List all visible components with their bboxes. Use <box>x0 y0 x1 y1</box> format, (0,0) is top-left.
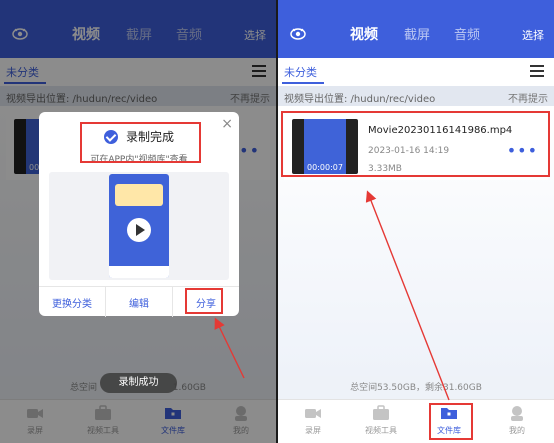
tab-audio[interactable]: 音频 <box>454 24 480 43</box>
storage-info: 总空间53.50GB，剩余31.60GB <box>350 383 482 393</box>
preview-phone-frame <box>109 174 169 278</box>
left-screen: 视频 截屏 音频 选择 未分类 视频导出位置: /hudun/rec/video… <box>0 0 276 443</box>
video-preview[interactable] <box>49 172 229 280</box>
recording-success-toast: 录制成功 <box>100 373 177 393</box>
app-header: 视频 截屏 音频 选择 <box>278 0 554 58</box>
export-path-text: 视频导出位置: /hudun/rec/video <box>284 94 436 105</box>
highlight-file-card <box>281 111 550 177</box>
nav-profile[interactable]: 我的 <box>492 404 542 436</box>
hamburger-icon[interactable] <box>530 65 544 77</box>
export-path-bar: 视频导出位置: /hudun/rec/video 不再提示 <box>278 86 554 106</box>
select-button[interactable]: 选择 <box>522 27 544 43</box>
bottom-nav: 录屏 视频工具 文件库 我的 <box>278 399 554 443</box>
nav-video-tools[interactable]: 视频工具 <box>356 404 406 436</box>
nav-record[interactable]: 录屏 <box>288 404 338 436</box>
highlight-dialog-title <box>80 122 201 163</box>
eye-logo-icon <box>290 28 306 40</box>
toolbox-icon <box>373 405 389 420</box>
right-screen: 视频 截屏 音频 选择 未分类 视频导出位置: /hudun/rec/video… <box>278 0 554 443</box>
category-uncategorized[interactable]: 未分类 <box>284 64 317 80</box>
tab-screenshot[interactable]: 截屏 <box>404 24 430 43</box>
comparison-stage: 视频 截屏 音频 选择 未分类 视频导出位置: /hudun/rec/video… <box>0 0 554 443</box>
camera-icon <box>305 409 321 418</box>
edit-button[interactable]: 编辑 <box>106 295 172 310</box>
change-category-button[interactable]: 更换分类 <box>39 295 105 310</box>
highlight-share-button <box>185 288 223 314</box>
dismiss-tip-button[interactable]: 不再提示 <box>508 90 548 105</box>
tab-video[interactable]: 视频 <box>350 24 378 44</box>
category-bar: 未分类 <box>278 58 554 86</box>
category-underline <box>282 82 324 84</box>
highlight-file-library-tab <box>429 403 473 440</box>
play-icon[interactable] <box>127 218 151 242</box>
profile-icon <box>511 406 523 421</box>
